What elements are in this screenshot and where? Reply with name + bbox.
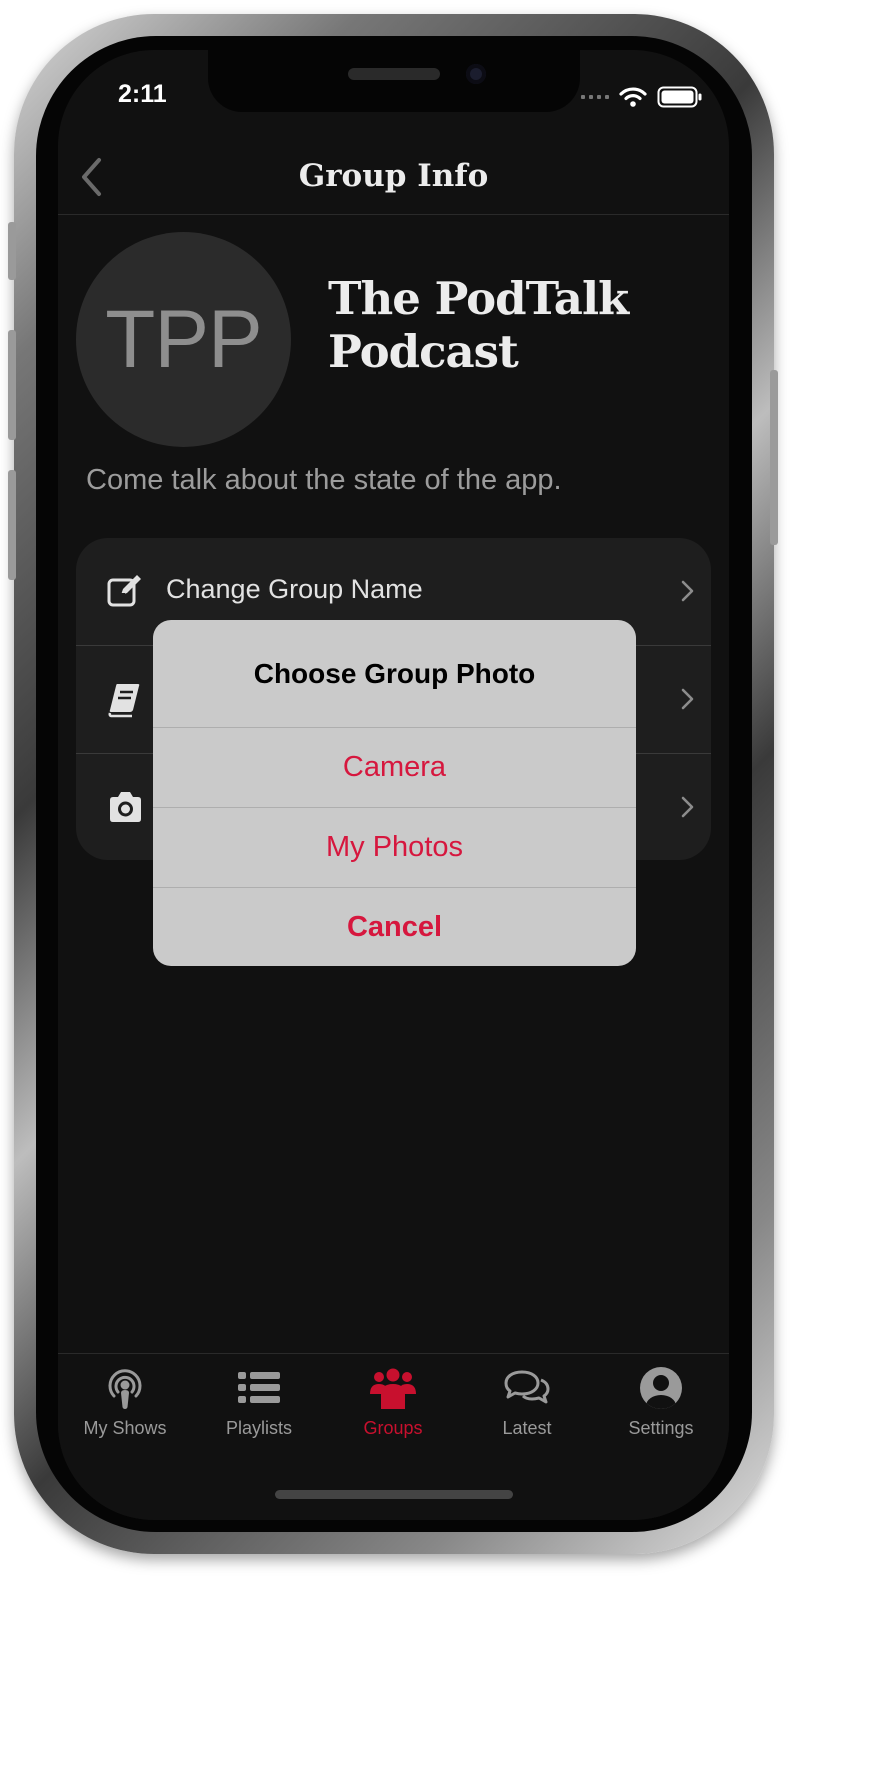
group-avatar[interactable]: TPP bbox=[76, 232, 291, 447]
edit-icon bbox=[107, 575, 141, 607]
navigation-bar: Group Info bbox=[58, 150, 729, 215]
my-photos-button[interactable]: My Photos bbox=[153, 808, 636, 888]
group-name-line-1: The PodTalk bbox=[328, 272, 629, 325]
home-indicator[interactable] bbox=[275, 1490, 513, 1499]
side-button-volume-down bbox=[8, 470, 16, 580]
tab-groups[interactable]: Groups bbox=[326, 1366, 460, 1456]
front-camera bbox=[466, 64, 486, 84]
status-time: 2:11 bbox=[118, 80, 167, 108]
side-button-volume-up bbox=[8, 330, 16, 440]
wifi-icon bbox=[619, 87, 647, 107]
tab-latest[interactable]: Latest bbox=[460, 1366, 594, 1456]
notch bbox=[208, 50, 580, 112]
page-title: Group Info bbox=[298, 158, 489, 194]
choose-photo-dialog: Choose Group Photo Camera My Photos Canc… bbox=[153, 620, 636, 966]
signal-icon bbox=[581, 95, 609, 99]
tab-playlists[interactable]: Playlists bbox=[192, 1366, 326, 1456]
screen: 2:11 Group Info TPP The PodTalk Podcast … bbox=[58, 50, 729, 1520]
tab-settings[interactable]: Settings bbox=[594, 1366, 728, 1456]
battery-icon bbox=[657, 86, 702, 108]
speaker-grille bbox=[348, 68, 440, 80]
group-name: The PodTalk Podcast bbox=[328, 272, 708, 378]
side-button-mute bbox=[8, 222, 16, 280]
tab-label: Latest bbox=[502, 1418, 552, 1438]
side-button-power bbox=[770, 370, 778, 545]
chevron-right-icon bbox=[681, 580, 694, 602]
group-name-line-2: Podcast bbox=[328, 325, 519, 378]
tab-label: Playlists bbox=[225, 1418, 292, 1438]
book-icon bbox=[108, 684, 140, 718]
chat-icon bbox=[504, 1370, 550, 1404]
chevron-right-icon bbox=[681, 796, 694, 818]
dialog-title: Choose Group Photo bbox=[153, 620, 636, 728]
tab-label: Settings bbox=[628, 1418, 694, 1438]
list-icon bbox=[238, 1372, 280, 1403]
chevron-right-icon bbox=[681, 688, 694, 710]
user-circle-icon bbox=[640, 1367, 682, 1409]
tab-bar: My Shows Playlists Groups Latest Setting… bbox=[58, 1353, 729, 1520]
status-indicators bbox=[581, 86, 703, 108]
avatar-initials: TPP bbox=[105, 293, 262, 385]
group-description: Come talk about the state of the app. bbox=[86, 464, 562, 496]
tab-my-shows[interactable]: My Shows bbox=[58, 1366, 192, 1456]
group-icon bbox=[370, 1368, 416, 1409]
podcast-icon bbox=[108, 1369, 142, 1409]
camera-button[interactable]: Camera bbox=[153, 728, 636, 808]
menu-item-label: Change Group Name bbox=[166, 574, 423, 604]
cancel-button[interactable]: Cancel bbox=[153, 888, 636, 966]
tab-label: My Shows bbox=[83, 1418, 167, 1438]
camera-icon bbox=[110, 792, 141, 822]
tab-label: Groups bbox=[363, 1418, 423, 1438]
